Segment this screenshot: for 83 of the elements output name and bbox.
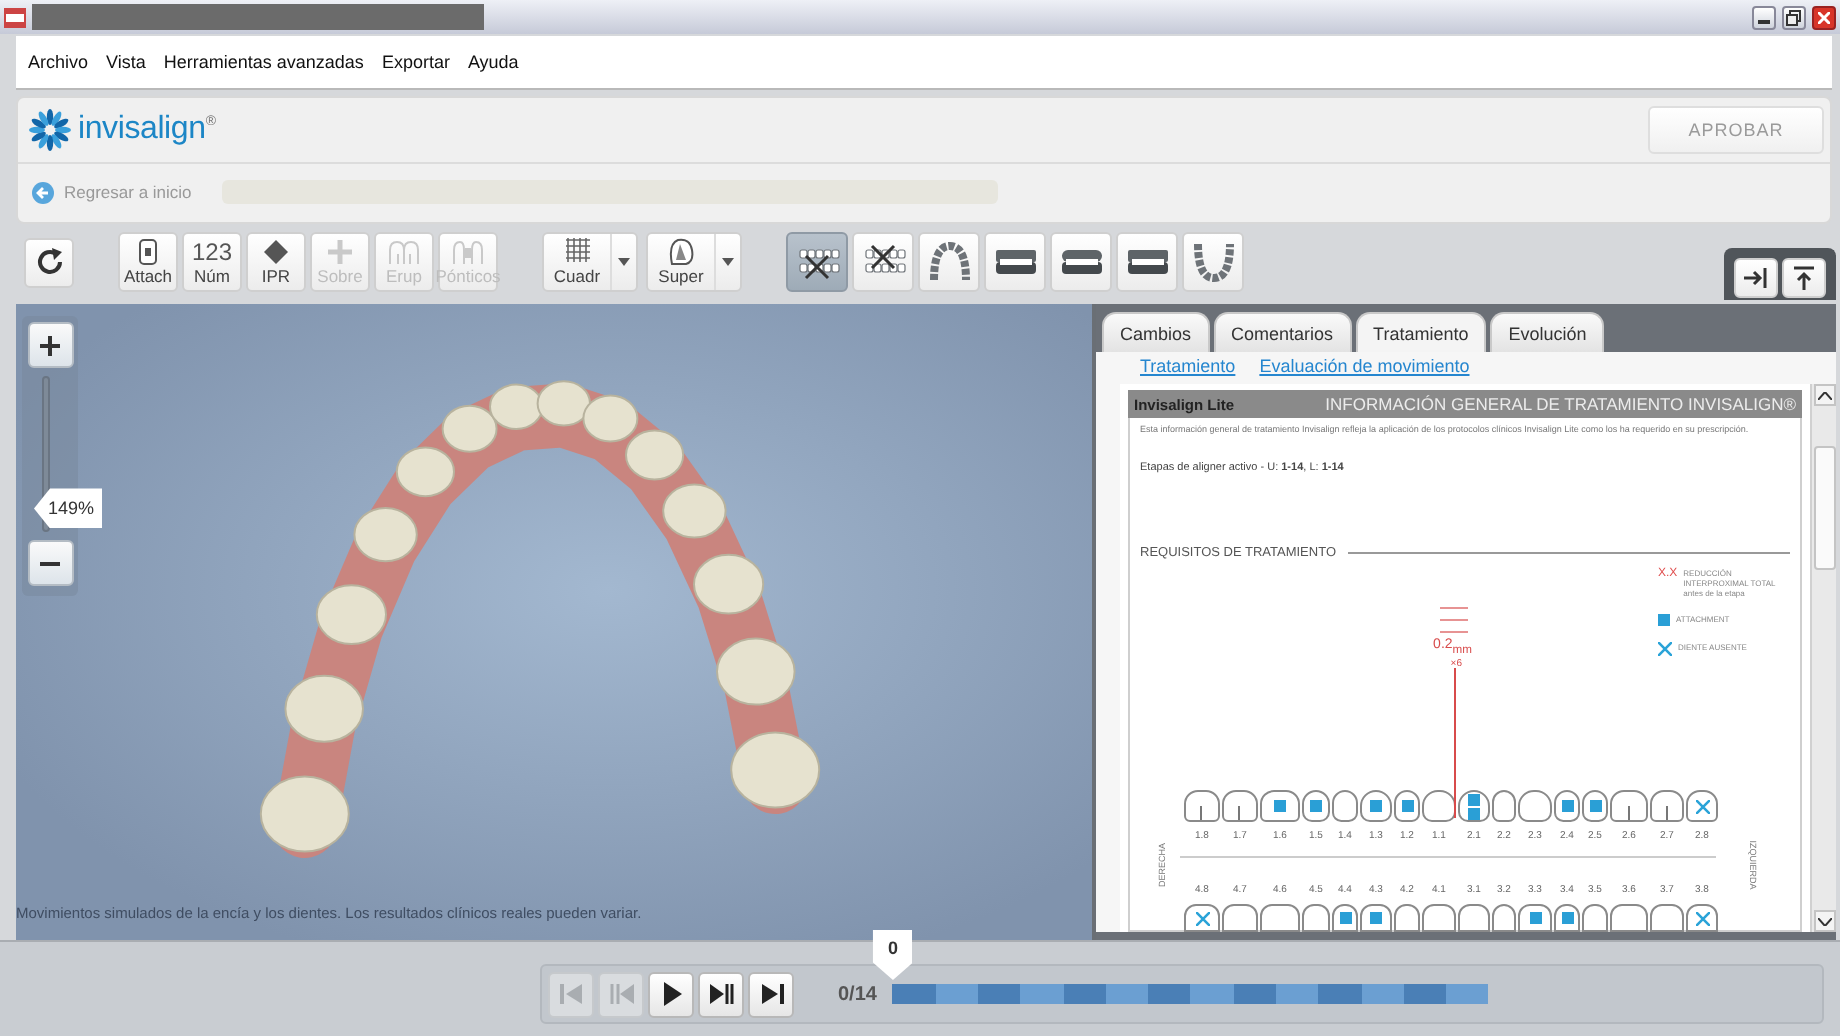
app-icon [4,7,26,27]
arrow-up-bar-icon [1794,266,1814,290]
menu-item[interactable]: Herramientas avanzadas [163,48,364,76]
upper-arch-icon [925,242,973,282]
tab[interactable]: Tratamiento [1355,312,1487,352]
document-heading: INFORMACIÓN GENERAL DE TRATAMIENTO INVISALIGN® [1325,394,1796,414]
brand-logo: invisalign$^{®}$ [78,112,216,148]
step-forward-icon [709,982,733,1006]
dropdown-button[interactable]: Cuadr [542,232,638,292]
tab[interactable]: Comentarios [1213,312,1352,352]
step-back-icon [609,982,633,1006]
attachment-marker [1339,912,1351,924]
playback-button[interactable] [698,971,744,1017]
menu-item[interactable]: Ayuda [467,48,519,76]
view-button[interactable] [1050,232,1112,292]
tool-button[interactable]: IPR [246,232,306,292]
caret-icon [722,258,734,266]
zoom-in-button[interactable] [27,322,73,368]
attachment-marker [1529,912,1541,924]
playback-button[interactable] [648,971,694,1017]
grid-icon [565,238,589,262]
close-icon [1818,11,1830,23]
missing-tooth-icon [1658,642,1672,656]
dock-top-button[interactable] [1782,258,1826,298]
zoom-out-button[interactable] [27,540,73,586]
plus-icon [40,335,60,355]
number-glyph: 123 [191,238,233,266]
missing-tooth-icon [1195,911,1209,925]
scroll-bar[interactable] [1810,384,1836,932]
attachment-marker [1561,912,1573,924]
attachment-marker [1370,912,1382,924]
playback-button[interactable] [748,971,794,1017]
zoom-slider[interactable]: 149% [22,376,102,532]
skip-start-icon [559,982,583,1006]
diamond-icon [260,238,292,266]
attachment-marker [1274,800,1286,812]
arrow-to-bar-icon [1744,268,1768,288]
view-button[interactable] [984,232,1046,292]
missing-tooth-icon [1695,799,1709,813]
play-icon [659,982,683,1006]
attachment-marker [1310,800,1322,812]
menu-item[interactable]: Vista [106,48,146,76]
tab[interactable]: Evolución [1490,312,1605,352]
attachment-marker [1370,800,1382,812]
attachment-marker [1401,800,1413,812]
tool-button[interactable]: 123 Núm [182,232,242,292]
tooth-overlay-icon [667,238,695,266]
stage-handle[interactable]: 0 [872,930,913,980]
stage-counter: 0/14 [838,983,877,1005]
minimize-button[interactable] [1752,5,1776,29]
dock-right-button[interactable] [1734,258,1778,298]
link[interactable]: Tratamiento [1140,356,1236,380]
teeth-gap-icon [452,238,484,266]
refresh-icon [35,248,63,276]
tab[interactable]: Cambios [1102,312,1210,352]
attachment-marker [1561,800,1573,812]
view-button[interactable] [786,232,848,292]
reset-view-button[interactable] [24,237,74,287]
ipr-dash-marks [1440,606,1468,634]
menu-item[interactable]: Exportar [381,48,450,76]
back-arrow-icon[interactable] [32,181,54,203]
teeth-outline-icon [388,238,420,266]
plus-icon [324,238,356,266]
dropdown-button[interactable]: Super [646,232,742,292]
attachment-marker [1589,800,1601,812]
close-button[interactable] [1812,5,1836,29]
zoom-reading[interactable]: 149% [34,488,102,529]
tool-button[interactable]: Attach [118,232,178,292]
restore-icon [1786,9,1802,25]
skip-end-icon [759,982,783,1006]
attachment-marker [1658,614,1670,626]
view-button[interactable] [1116,232,1178,292]
caret-down-icon [1817,917,1831,925]
view-button[interactable] [852,232,914,292]
missing-tooth-icon [1695,911,1709,925]
star-logo-icon [28,108,72,152]
lower-arch-icon [1189,242,1237,282]
scroll-thumb[interactable] [1813,446,1835,570]
menu-item[interactable]: Archivo [28,48,89,76]
link[interactable]: Evaluación de movimiento [1259,356,1470,380]
caret-icon [618,258,630,266]
restore-button[interactable] [1782,5,1806,29]
caret-up-icon [1817,391,1831,399]
